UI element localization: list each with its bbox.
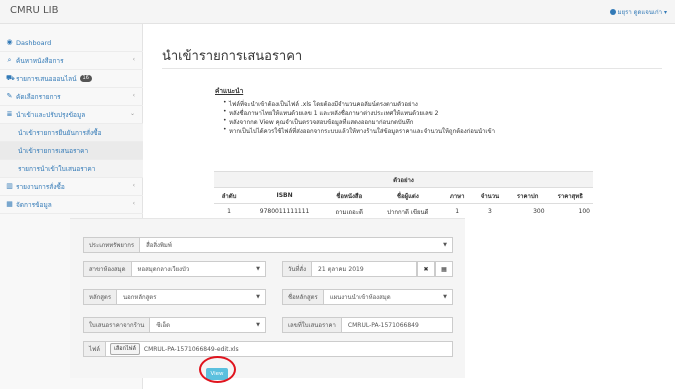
quote-number-input[interactable]: เลขที่ใบเสนอราคา CMRUL-PA-1571066849 [282,317,453,333]
sidebar-item-label: Dashboard [16,38,52,47]
field-label: ชื่อหลักสูตร [283,290,324,304]
clear-date-button[interactable]: ✖ [417,261,435,277]
sidebar-item-dashboard[interactable]: ◉ Dashboard [0,34,143,52]
dashboard-icon: ◉ [6,38,13,46]
table-cell: 300 [507,203,548,220]
sidebar-item-import[interactable]: ≣ นำเข้าและปรับปรุงข้อมูล ⌄ [0,106,143,124]
caret-down-icon: ▼ [256,266,260,272]
user-icon [609,9,616,15]
sidebar-item-reports[interactable]: ▥ รายงานการสั่งซื้อ ‹ [0,178,143,196]
sidebar-item-label: จัดการข้อมูล [16,200,52,209]
user-name: มยุรา ดูดแจนเก่า [617,9,662,16]
column-header: ISBN [244,187,325,204]
sidebar-item-label: นำเข้ารายการเสนอราคา [18,146,89,155]
example-table: ตัวอย่าง ลำดับ ISBN ชื่อหนังสือ ชื่อผู้แ… [214,171,593,220]
column-header: ชื่อผู้แต่ง [373,187,443,204]
chevron-left-icon: ‹ [132,92,135,99]
edit-icon: ✎ [6,92,13,100]
column-header: จำนวน [472,187,508,204]
order-date-field[interactable]: วันที่สั่ง 21 ตุลาคม 2019 [282,261,417,277]
instruction-item: หากเป็นไปได้ควรใช้ไฟล์ที่ส่งออกจากระบบแล… [223,126,495,136]
chevron-left-icon: ‹ [132,56,135,63]
column-header: ชื่อหนังสือ [324,187,374,204]
sidebar-item-label: นำเข้ารายการยืนยันการสั่งซื้อ [18,128,102,137]
highlight-circle [199,356,236,383]
search-icon: ⌕ [7,56,12,64]
sidebar-subitem-quote-import[interactable]: นำเข้ารายการเสนอราคา [0,142,143,160]
field-label: หลักสูตร [84,290,118,304]
field-value: สื่อสิ่งพิมพ์ [146,242,172,249]
caret-down-icon: ▼ [256,322,260,328]
file-name: CMRUL-PA-1571066849-edit.xls [143,345,239,353]
caret-down-icon: ▼ [443,242,447,248]
field-value: 21 ตุลาคม 2019 [318,266,364,273]
file-input[interactable]: ไฟล์ เลือกไฟล์ CMRUL-PA-1571066849-edit.… [83,341,453,357]
sidebar-item-label: รายการเสนอออนไลน์ [16,74,77,83]
field-value: หอสมุดกลางเวียงบัว [137,266,190,273]
calendar-button[interactable]: ▦ [435,261,453,277]
calendar-icon: ▦ [441,265,447,273]
sidebar-item-manage[interactable]: ▦ จัดการข้อมูล ‹ [0,196,143,214]
bar-chart-icon: ▥ [6,182,13,190]
course-select[interactable]: ชื่อหลักสูตร แผนงานนำเข้าห้องสมุด ▼ [282,289,453,305]
page-title: นำเข้ารายการเสนอราคา [162,49,303,64]
column-header: ราคาสุทธิ [547,187,593,204]
close-icon: ✖ [423,265,429,273]
top-navbar: CMRU LIB มยุรา ดูดแจนเก่า ▾ [0,0,675,24]
sidebar-item-label: รายการนำเข้าใบเสนอราคา [18,164,96,173]
field-value: CMRUL-PA-1571066849 [347,321,419,329]
app-brand[interactable]: CMRU LIB [10,5,58,16]
table-header-row: ลำดับ ISBN ชื่อหนังสือ ชื่อผู้แต่ง ภาษา … [214,187,593,204]
table-icon: ▦ [6,200,13,208]
field-label: ใบเสนอราคาจากร้าน [84,318,151,332]
field-label: วันที่สั่ง [283,262,313,276]
chevron-left-icon: ‹ [132,200,135,207]
sidebar-item-label: ค้นหาหนังสือการ [16,56,64,65]
choose-file-button[interactable]: เลือกไฟล์ [109,343,140,355]
example-caption: ตัวอย่าง [214,171,593,188]
sidebar-item-label: นำเข้าและปรับปรุงข้อมูล [16,110,86,119]
field-value: แผนงานนำเข้าห้องสมุด [329,294,391,301]
table-cell: 100 [547,203,593,220]
sidebar-item-label: รายงานการสั่งซื้อ [16,182,65,191]
field-label: เลขที่ใบเสนอราคา [283,318,342,332]
sidebar-item-label: คัดเลือกรายการ [16,92,61,101]
sidebar-item-select[interactable]: ✎ คัดเลือกรายการ ‹ [0,88,143,106]
field-label: สาขาห้องสมุด [84,262,132,276]
field-value: ซีเอ็ด [156,322,170,329]
instructions-title: คำแนะนำ [215,87,244,95]
table-cell: 3 [472,203,508,220]
caret-down-icon: ▼ [443,294,447,300]
chevron-left-icon: ‹ [132,182,135,189]
column-header: ภาษา [442,187,473,204]
library-select[interactable]: สาขาห้องสมุด หอสมุดกลางเวียงบัว ▼ [83,261,266,277]
field-value: นอกหลักสูตร [123,294,157,301]
cart-icon: ⛟ [6,74,15,82]
sidebar-item-online-requests[interactable]: ⛟ รายการเสนอออนไลน์ 16 [0,70,143,88]
curriculum-select[interactable]: หลักสูตร นอกหลักสูตร ▼ [83,289,266,305]
quote-vendor-select[interactable]: ใบเสนอราคาจากร้าน ซีเอ็ด ▼ [83,317,266,333]
chevron-down-icon: ⌄ [129,110,135,117]
caret-down-icon: ▾ [663,8,667,16]
sidebar-subitem-confirm-import[interactable]: นำเข้ารายการยืนยันการสั่งซื้อ [0,124,143,142]
count-badge: 16 [79,75,92,82]
database-icon: ≣ [6,110,13,118]
column-header: ลำดับ [214,187,245,204]
divider [162,68,662,69]
import-form: ประเภททรัพยากร สื่อสิ่งพิมพ์ ▼ สาขาห้องส… [70,218,465,378]
field-label: ไฟล์ [84,342,106,356]
column-header: ราคาปก [507,187,548,204]
caret-down-icon: ▼ [256,294,260,300]
user-menu[interactable]: มยุรา ดูดแจนเก่า ▾ [609,7,667,17]
sidebar-item-search[interactable]: ⌕ ค้นหาหนังสือการ ‹ [0,52,143,70]
resource-type-select[interactable]: ประเภททรัพยากร สื่อสิ่งพิมพ์ ▼ [83,237,453,253]
sidebar-subitem-quote-list[interactable]: รายการนำเข้าใบเสนอราคา [0,160,143,178]
field-label: ประเภททรัพยากร [84,238,141,252]
